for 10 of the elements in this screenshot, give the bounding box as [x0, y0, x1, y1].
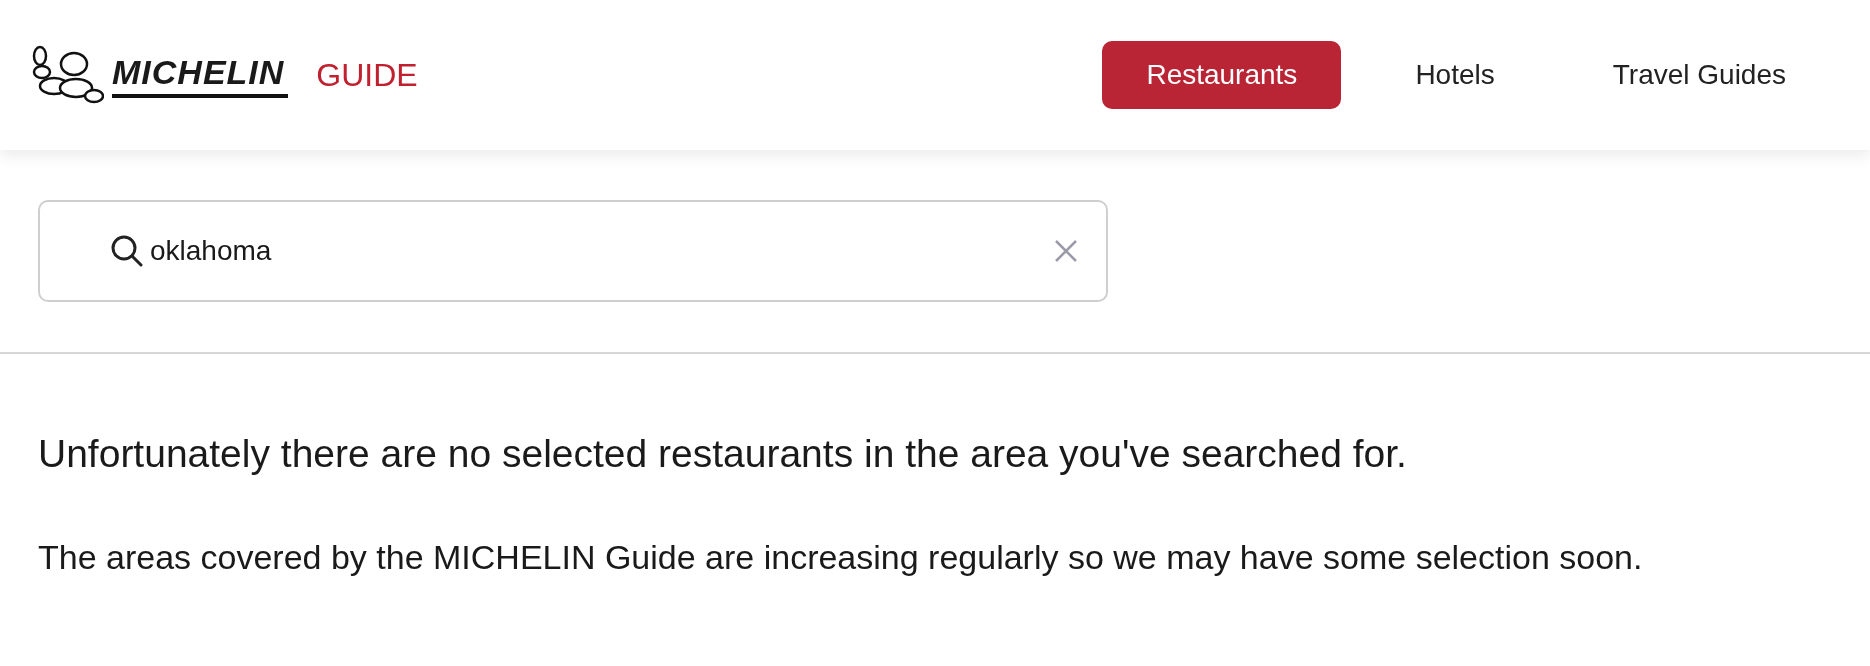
nav-tab[interactable]: Restaurants [1102, 41, 1342, 109]
message-heading: Unfortunately there are no selected restaurants in the area you've searched for. [38, 432, 1408, 476]
search-field[interactable]: oklahoma [38, 200, 1108, 302]
logo-subtitle: GUIDE [316, 56, 418, 94]
search-icon [110, 234, 144, 268]
nav-tab[interactable]: Hotels [1371, 41, 1539, 109]
nav-tab[interactable]: Travel Guides [1568, 41, 1830, 109]
message-text: The areas covered by the MICHELIN Guide are increasing regularly so we may have some selection soon. [38, 538, 1644, 577]
logo-wordmark[interactable]: MICHELIN [112, 52, 289, 98]
clear-icon[interactable] [1054, 239, 1078, 263]
